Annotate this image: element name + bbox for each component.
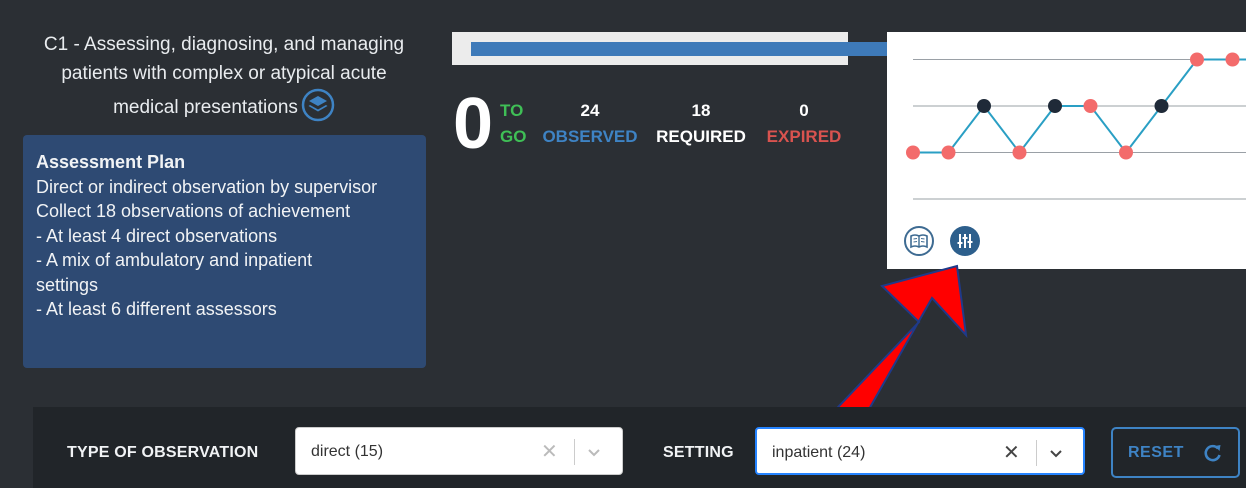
- chart-point[interactable]: [1083, 99, 1098, 113]
- select-divider: [1036, 440, 1037, 466]
- assessment-plan: Assessment Plan Direct or indirect obser…: [23, 135, 426, 368]
- progress-bar: [452, 32, 1246, 65]
- to-go-label-line-1: TO: [500, 101, 524, 120]
- assessment-plan-line: settings: [36, 274, 99, 295]
- epa-title-line-1: C1 - Assessing, diagnosing, and managing: [43, 34, 405, 55]
- layers-icon[interactable]: [301, 88, 335, 122]
- chart-point[interactable]: [1012, 145, 1027, 160]
- to-go-label-line-2: GO: [500, 127, 527, 146]
- setting-value: inpatient (24): [772, 444, 866, 461]
- observation-chart: [887, 32, 1246, 269]
- assessment-plan-line: - At least 4 direct observations: [36, 225, 278, 246]
- sliders-icon[interactable]: [950, 226, 980, 256]
- assessment-plan-line: - A mix of ambulatory and inpatient: [36, 250, 313, 270]
- chart-point[interactable]: [906, 145, 920, 160]
- type-of-observation-select[interactable]: direct (15) ✕: [295, 427, 623, 475]
- chevron-down-icon[interactable]: [586, 445, 602, 459]
- observation-chart-svg: [906, 52, 1246, 200]
- guide-book-icon[interactable]: [904, 226, 934, 256]
- chart-point[interactable]: [1119, 145, 1133, 160]
- reset-label: RESET: [1128, 444, 1184, 461]
- expired-stat: 0 EXPIRED: [762, 98, 846, 150]
- setting-select[interactable]: inpatient (24) ✕: [755, 427, 1085, 475]
- chart-point[interactable]: [941, 145, 956, 160]
- chart-point[interactable]: [1190, 52, 1204, 67]
- assessment-plan-line: Direct or indirect observation by superv…: [36, 176, 378, 197]
- required-stat: 18 REQUIRED: [650, 98, 752, 150]
- observed-label: OBSERVED: [542, 127, 638, 146]
- assessment-plan-line: - At least 6 different assessors: [36, 299, 277, 319]
- observed-stat: 24 OBSERVED: [536, 98, 644, 150]
- required-label: REQUIRED: [656, 127, 746, 146]
- chevron-down-icon[interactable]: [1048, 446, 1064, 460]
- setting-label: SETTING: [663, 444, 734, 461]
- clear-icon[interactable]: ✕: [1003, 440, 1020, 465]
- expired-count: 0: [799, 101, 809, 120]
- chart-point[interactable]: [1154, 99, 1169, 113]
- expired-label: EXPIRED: [766, 127, 842, 146]
- type-of-observation-value: direct (15): [311, 443, 384, 460]
- reset-button[interactable]: RESET: [1111, 427, 1240, 478]
- assessment-plan-title: Assessment Plan: [36, 152, 186, 172]
- select-divider: [574, 439, 575, 465]
- to-go-label: TO GO: [500, 98, 526, 150]
- clear-icon[interactable]: ✕: [541, 439, 558, 464]
- to-go-count: 0: [453, 84, 494, 164]
- refresh-icon: [1204, 444, 1221, 462]
- chart-point[interactable]: [1048, 99, 1062, 113]
- epa-title: C1 - Assessing, diagnosing, and managing…: [22, 30, 426, 122]
- assessment-plan-line: Collect 18 observations of achievement: [36, 201, 351, 221]
- epa-title-line-2: patients with complex or atypical acute: [61, 63, 387, 84]
- chart-point[interactable]: [1225, 52, 1240, 67]
- chart-point[interactable]: [977, 99, 991, 113]
- required-count: 18: [691, 101, 711, 120]
- epa-title-line-3: medical presentations: [113, 97, 298, 118]
- type-of-observation-label: TYPE OF OBSERVATION: [67, 444, 259, 461]
- filter-bar: TYPE OF OBSERVATION direct (15) ✕ SETTIN…: [33, 407, 1246, 488]
- observed-count: 24: [580, 101, 600, 120]
